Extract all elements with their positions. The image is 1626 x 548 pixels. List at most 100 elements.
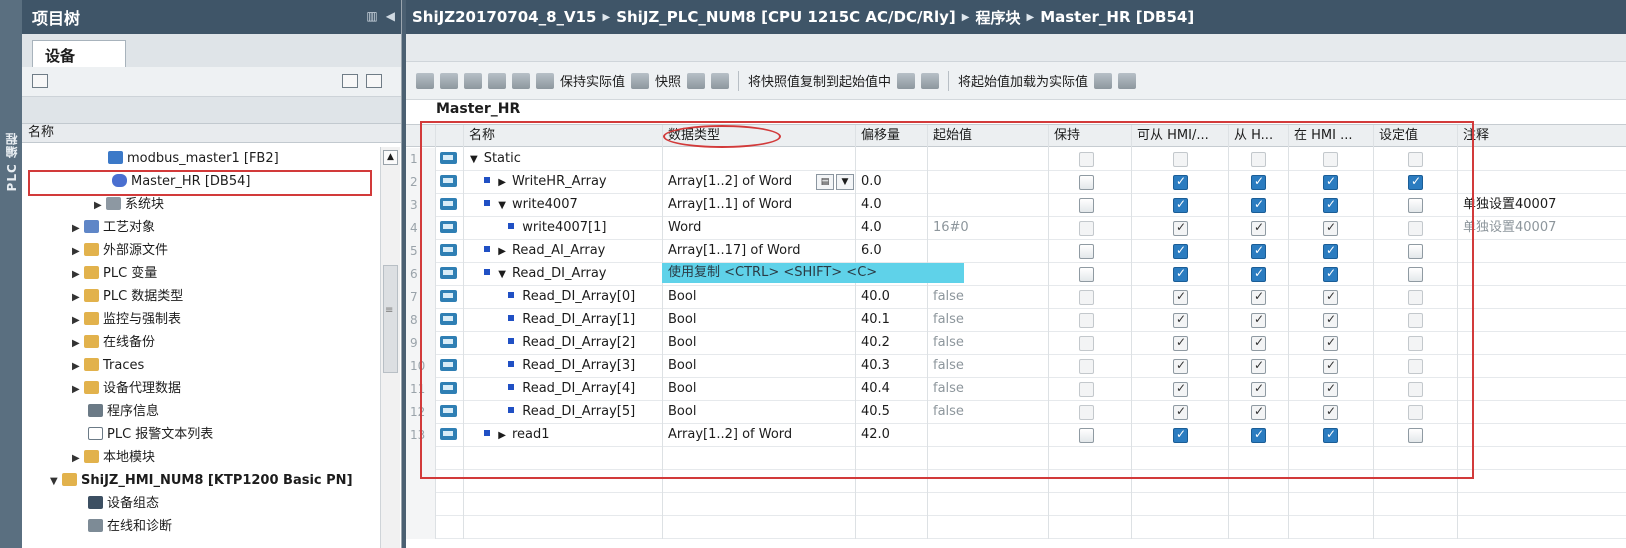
tree-item-technology-objects[interactable]: ▶ 工艺对象 <box>72 217 155 239</box>
tree-item-watch-tables[interactable]: ▶ 监控与强制表 <box>72 309 181 331</box>
checkbox-hmi-accessible[interactable] <box>1173 152 1188 167</box>
checkbox-hmi-visible[interactable] <box>1251 358 1266 374</box>
keep-actual-values-button[interactable]: 保持实际值 <box>560 71 625 90</box>
checkbox-hmi-writeable[interactable] <box>1323 152 1338 167</box>
checkbox-setpoint[interactable] <box>1408 290 1423 305</box>
expand-arrow-icon[interactable]: ▶ <box>498 177 506 188</box>
checkbox-hmi-writeable[interactable] <box>1323 381 1338 397</box>
table-row[interactable]: 12 Read_DI_Array[5] Bool 40.5 false <box>406 401 1626 424</box>
row-name[interactable]: Read_DI_Array[5] <box>464 401 663 424</box>
expand-arrow-icon[interactable]: ▶ <box>72 333 84 355</box>
checkbox-hmi-writeable[interactable] <box>1323 358 1338 374</box>
row-name[interactable]: write4007[1] <box>464 217 663 240</box>
row-data-type[interactable] <box>663 148 856 171</box>
col-hmi-visible[interactable]: 从 H... <box>1229 125 1289 148</box>
checkbox-retain[interactable] <box>1079 198 1094 213</box>
checkbox-setpoint[interactable] <box>1408 174 1423 190</box>
row-start-value[interactable]: 16#0 <box>928 217 1049 240</box>
row-data-type[interactable]: Word <box>663 217 856 240</box>
tree-item-online-diagnostics[interactable]: 在线和诊断 <box>88 516 172 538</box>
row-start-value[interactable] <box>928 424 1049 447</box>
expand-arrow-icon[interactable]: ▶ <box>498 246 506 257</box>
checkbox-setpoint[interactable] <box>1408 244 1423 259</box>
checkbox-retain[interactable] <box>1079 382 1094 397</box>
col-comment[interactable]: 注释 <box>1458 125 1626 148</box>
expand-all-icon[interactable] <box>464 72 482 89</box>
row-comment[interactable] <box>1458 263 1626 286</box>
load-icon[interactable] <box>897 72 916 89</box>
expand-arrow-icon[interactable]: ▶ <box>72 310 84 332</box>
row-data-type[interactable]: Array[1..17] of Word <box>663 240 856 263</box>
scroll-thumb[interactable] <box>383 265 398 373</box>
col-hmi-writeable[interactable]: 在 HMI ... <box>1289 125 1374 148</box>
collapse-arrow-icon[interactable]: ▼ <box>498 269 506 280</box>
tree-item-program-info[interactable]: 程序信息 <box>88 401 159 423</box>
tree-item-modbus-master1[interactable]: modbus_master1 [FB2] <box>108 148 279 170</box>
checkbox-setpoint[interactable] <box>1408 405 1423 420</box>
overview-icon[interactable] <box>342 74 358 88</box>
tree-item-plc-data-types[interactable]: ▶ PLC 数据类型 <box>72 286 183 308</box>
checkbox-hmi-accessible[interactable] <box>1173 220 1188 236</box>
tree-item-external-sources[interactable]: ▶ 外部源文件 <box>72 240 168 262</box>
checkbox-retain[interactable] <box>1079 244 1094 259</box>
row-comment[interactable] <box>1458 424 1626 447</box>
snapshot-button[interactable]: 快照 <box>655 71 681 90</box>
table-row[interactable]: 10 Read_DI_Array[3] Bool 40.3 false <box>406 355 1626 378</box>
row-comment[interactable] <box>1458 240 1626 263</box>
expand-arrow-icon[interactable]: ▶ <box>72 379 84 401</box>
device-view-icon[interactable] <box>32 74 48 88</box>
expand-arrow-icon[interactable]: ▶ <box>498 430 506 441</box>
row-name[interactable]: ▼ Static <box>464 148 663 171</box>
plc-programming-tab[interactable]: PLC 编程 <box>3 132 19 191</box>
monitor-icon[interactable] <box>536 72 554 89</box>
breadcrumb-program-blocks[interactable]: 程序块 <box>975 7 1020 28</box>
checkbox-hmi-writeable[interactable] <box>1323 312 1338 328</box>
checkbox-setpoint[interactable] <box>1408 336 1423 351</box>
checkbox-setpoint[interactable] <box>1408 313 1423 328</box>
checkbox-setpoint[interactable] <box>1408 359 1423 374</box>
col-start-value[interactable]: 起始值 <box>928 125 1049 148</box>
collapse-arrow-icon[interactable]: ▼ <box>50 471 62 493</box>
checkbox-hmi-visible[interactable] <box>1251 289 1266 305</box>
table-row[interactable]: 4 write4007[1] Word 4.0 16#0 单独设置40007 <box>406 217 1626 240</box>
row-data-type[interactable]: Array[1..2] of Word <box>663 424 856 447</box>
checkbox-retain[interactable] <box>1079 428 1094 443</box>
expand-arrow-icon[interactable]: ▶ <box>72 356 84 378</box>
load-start-as-actual-button[interactable]: 将起始值加载为实际值 <box>958 71 1088 90</box>
row-name[interactable]: ▼ write4007 <box>464 194 663 217</box>
checkbox-hmi-visible[interactable] <box>1251 174 1266 190</box>
collapse-all-icon[interactable] <box>488 72 506 89</box>
checkbox-retain[interactable] <box>1079 152 1094 167</box>
checkbox-hmi-visible[interactable] <box>1251 266 1266 282</box>
table-row[interactable]: 2 ▶WriteHR_ArrayArray[1..2] of Word0.0▤▼ <box>406 171 1626 194</box>
row-start-value[interactable]: false <box>928 332 1049 355</box>
checkbox-hmi-visible[interactable] <box>1251 381 1266 397</box>
collapse-panel-icon[interactable]: ◀ <box>386 9 395 23</box>
load-all-icon[interactable] <box>921 72 940 89</box>
row-name[interactable]: Read_DI_Array[1] <box>464 309 663 332</box>
checkbox-setpoint[interactable] <box>1408 267 1423 282</box>
expand-arrow-icon[interactable]: ▶ <box>94 195 106 217</box>
checkbox-setpoint[interactable] <box>1408 198 1423 213</box>
checkbox-hmi-visible[interactable] <box>1251 220 1266 236</box>
checkbox-retain[interactable] <box>1079 359 1094 374</box>
checkbox-retain[interactable] <box>1079 336 1094 351</box>
chevron-down-icon[interactable]: ▼ <box>836 174 854 190</box>
list-icon[interactable] <box>512 72 530 89</box>
col-offset[interactable]: 偏移量 <box>856 125 928 148</box>
checkbox-hmi-accessible[interactable] <box>1173 289 1188 305</box>
expand-arrow-icon[interactable]: ▶ <box>72 448 84 470</box>
row-data-type[interactable]: Bool <box>663 286 856 309</box>
table-row[interactable]: 13 ▶ read1 Array[1..2] of Word 42.0 <box>406 424 1626 447</box>
insert-row-icon[interactable] <box>416 72 434 89</box>
checkbox-setpoint[interactable] <box>1408 428 1423 443</box>
tree-item-system-blocks[interactable]: ▶ 系统块 <box>94 194 164 216</box>
table-row[interactable]: 11 Read_DI_Array[4] Bool 40.4 false <box>406 378 1626 401</box>
row-comment[interactable] <box>1458 355 1626 378</box>
checkbox-hmi-writeable[interactable] <box>1323 335 1338 351</box>
checkbox-hmi-accessible[interactable] <box>1173 174 1188 190</box>
table-row[interactable]: 1 ▼ Static <box>406 148 1626 171</box>
tree-item-local-modules[interactable]: ▶ 本地模块 <box>72 447 155 469</box>
row-start-value[interactable] <box>928 148 1049 171</box>
row-data-type[interactable]: Bool <box>663 355 856 378</box>
